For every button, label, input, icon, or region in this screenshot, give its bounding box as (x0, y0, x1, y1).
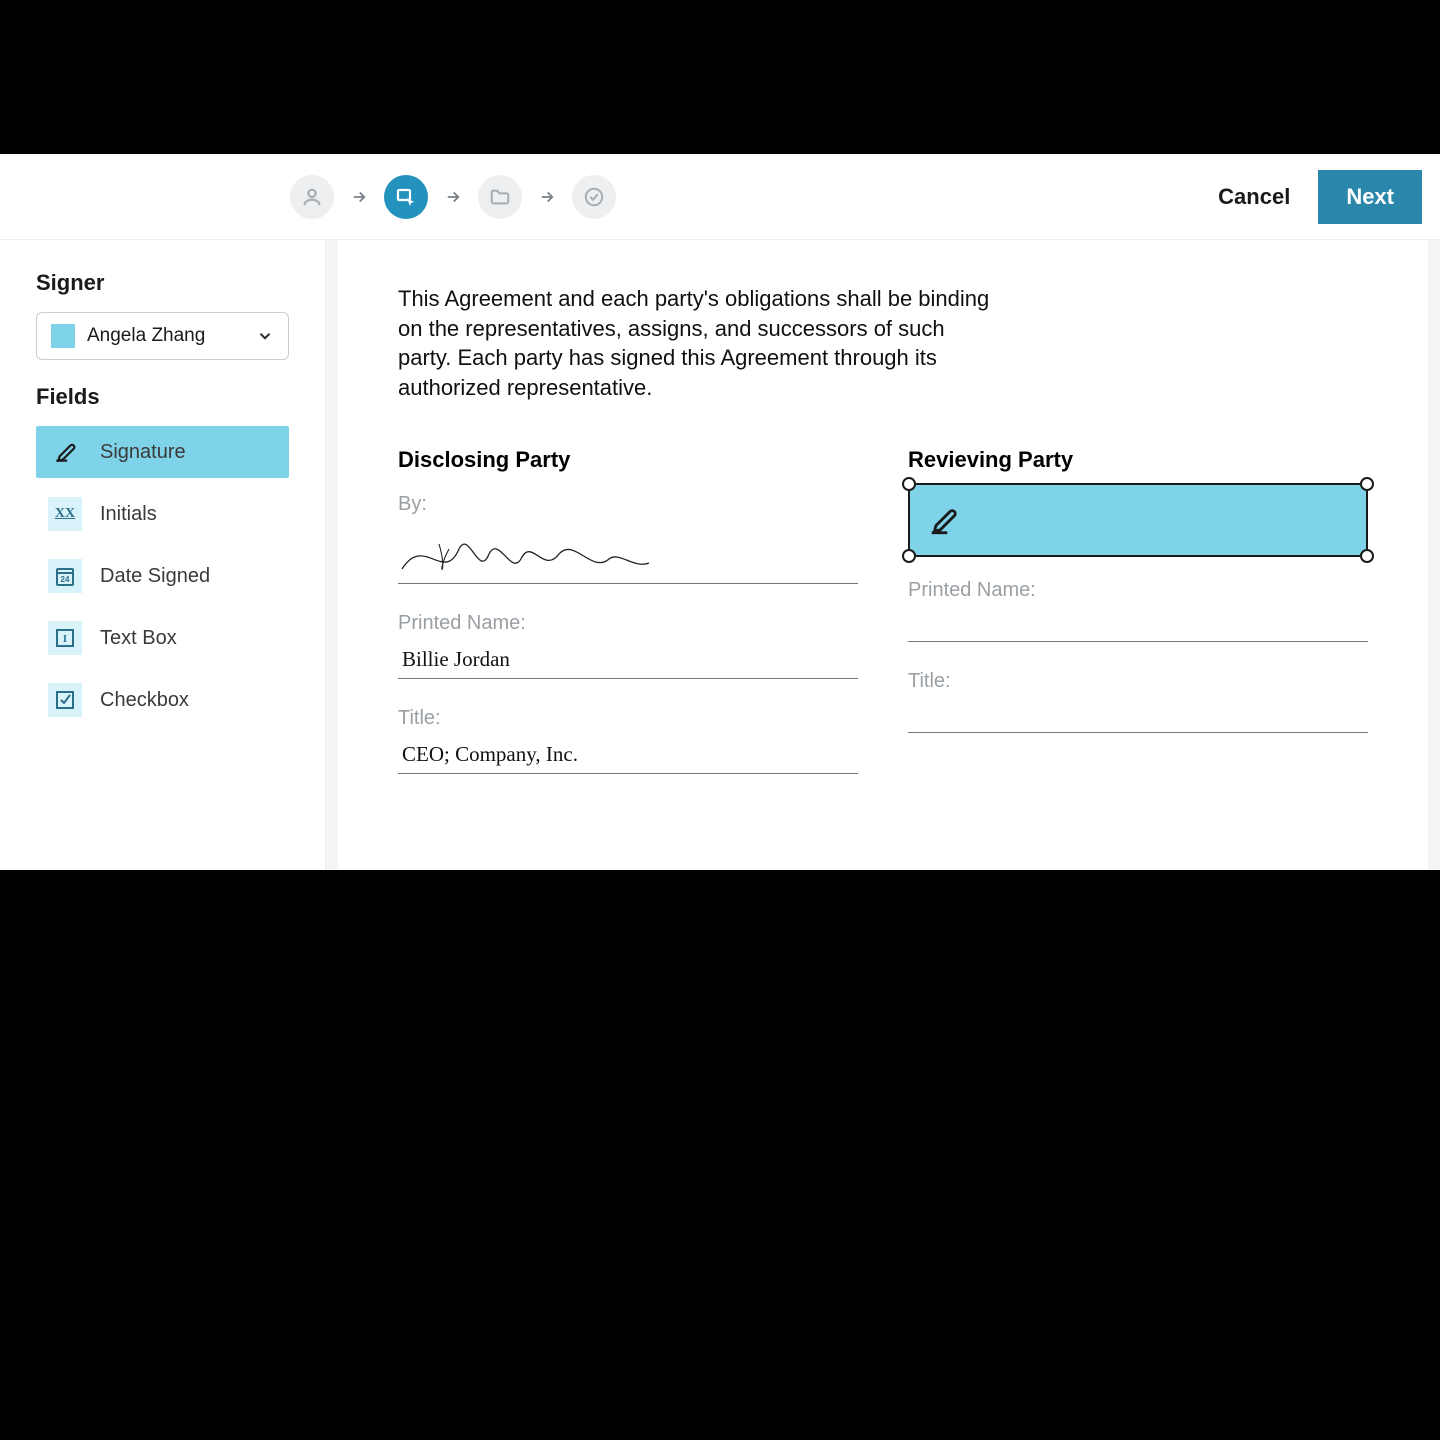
disclosing-party: Disclosing Party By: Printed Name: Title… (398, 447, 858, 802)
printed-name-label: Printed Name: (908, 579, 1368, 602)
resize-handle-bl[interactable] (902, 549, 916, 563)
resize-handle-tr[interactable] (1360, 477, 1374, 491)
signer-select[interactable]: Angela Zhang (36, 312, 289, 360)
initials-icon: XX (48, 497, 82, 531)
field-cursor-icon (394, 185, 418, 209)
field-label: Signature (100, 441, 186, 464)
document-page[interactable]: This Agreement and each party's obligati… (338, 240, 1428, 870)
field-item-text-box[interactable]: I Text Box (36, 612, 289, 664)
app-frame: Cancel Next Signer Angela Zhang Fields (0, 154, 1440, 870)
body: Signer Angela Zhang Fields Signature XX (0, 240, 1440, 870)
agreement-text: This Agreement and each party's obligati… (398, 284, 998, 403)
printed-name-label: Printed Name: (398, 612, 858, 635)
resize-handle-tl[interactable] (902, 477, 916, 491)
signer-heading: Signer (36, 270, 289, 296)
step-person[interactable] (290, 175, 334, 219)
step-fields[interactable] (384, 175, 428, 219)
checkbox-icon (48, 683, 82, 717)
signature-field-placeholder[interactable] (908, 483, 1368, 557)
by-label: By: (398, 493, 858, 516)
printed-name-input[interactable] (398, 641, 858, 679)
fields-list: Signature XX Initials 24 Date Signed I (36, 426, 289, 726)
svg-text:I: I (63, 634, 67, 645)
arrow-icon (350, 188, 368, 206)
field-item-checkbox[interactable]: Checkbox (36, 674, 289, 726)
person-icon (301, 186, 323, 208)
check-circle-icon (583, 186, 605, 208)
cancel-button[interactable]: Cancel (1218, 184, 1290, 210)
signer-color-swatch (51, 324, 75, 348)
sidebar: Signer Angela Zhang Fields Signature XX (0, 240, 326, 870)
step-complete[interactable] (572, 175, 616, 219)
header: Cancel Next (0, 154, 1440, 240)
arrow-icon (538, 188, 556, 206)
field-label: Date Signed (100, 565, 210, 588)
field-label: Checkbox (100, 689, 189, 712)
field-item-signature[interactable]: Signature (36, 426, 289, 478)
title-label: Title: (398, 707, 858, 730)
field-item-date-signed[interactable]: 24 Date Signed (36, 550, 289, 602)
resize-handle-br[interactable] (1360, 549, 1374, 563)
disclosing-heading: Disclosing Party (398, 447, 858, 473)
signature-icon (926, 503, 960, 537)
title-input[interactable] (398, 736, 858, 774)
title-empty-line[interactable] (908, 699, 1368, 733)
reviewing-heading: Revieving Party (908, 447, 1368, 473)
parties-row: Disclosing Party By: Printed Name: Title… (398, 447, 1368, 802)
calendar-icon: 24 (48, 559, 82, 593)
fields-heading: Fields (36, 384, 289, 410)
wizard-stepper (290, 175, 616, 219)
next-button[interactable]: Next (1318, 170, 1422, 224)
signature-scribble (398, 522, 858, 584)
step-folder[interactable] (478, 175, 522, 219)
signer-name: Angela Zhang (87, 325, 244, 347)
header-actions: Cancel Next (1218, 170, 1422, 224)
signature-icon (48, 435, 82, 469)
reviewing-party: Revieving Party Printed Name: Title: (908, 447, 1368, 802)
svg-text:24: 24 (61, 575, 70, 584)
printed-name-empty-line[interactable] (908, 608, 1368, 642)
field-label: Text Box (100, 627, 177, 650)
field-item-initials[interactable]: XX Initials (36, 488, 289, 540)
arrow-icon (444, 188, 462, 206)
document-canvas: This Agreement and each party's obligati… (326, 240, 1440, 870)
folder-icon (489, 186, 511, 208)
title-label: Title: (908, 670, 1368, 693)
text-box-icon: I (48, 621, 82, 655)
field-label: Initials (100, 503, 157, 526)
chevron-down-icon (256, 327, 274, 345)
